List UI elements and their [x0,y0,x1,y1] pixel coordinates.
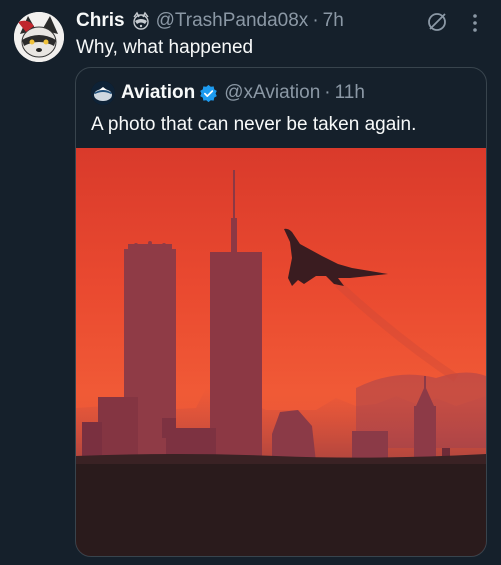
quoted-author-name[interactable]: Aviation [121,81,195,105]
more-options-icon[interactable] [472,13,478,33]
verified-badge-icon [200,84,218,102]
aviation-logo-icon [91,81,115,105]
quoted-tweet-card[interactable]: Aviation @xAviation · 11h A photo that c… [75,67,487,557]
quoted-tweet-header: Aviation @xAviation · 11h [91,81,365,105]
quoted-separator-dot: · [324,82,331,103]
quoted-tweet-photo[interactable] [76,148,486,557]
separator-dot: · [312,10,319,31]
tweet-time[interactable]: 7h [323,9,344,33]
grok-icon[interactable] [426,11,448,33]
tweet-text: Why, what happened [76,37,254,58]
raccoon-emoji-icon [132,11,149,30]
author-handle[interactable]: @TrashPanda08x [156,9,309,33]
quoted-author-avatar[interactable] [91,81,115,105]
author-avatar[interactable] [14,12,64,62]
quoted-tweet-time[interactable]: 11h [335,81,365,105]
quoted-author-handle[interactable]: @xAviation [224,81,320,105]
tweet-header: Chris @TrashPanda08x · 7h [76,9,344,33]
author-name[interactable]: Chris [76,9,125,33]
quoted-tweet-text: A photo that can never be taken again. [91,114,417,135]
avatar-image [14,12,64,62]
